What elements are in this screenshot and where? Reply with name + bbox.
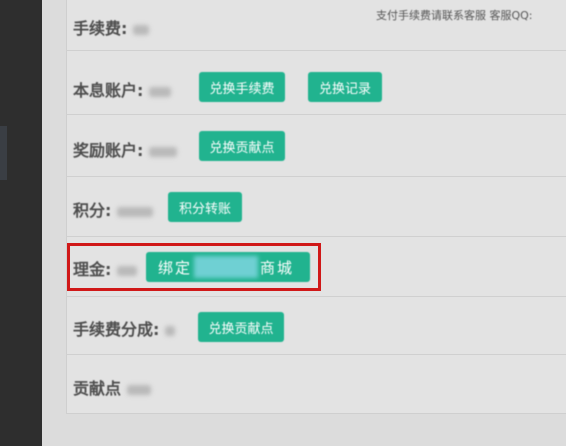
principal-account-label-text: 本息账户: xyxy=(73,81,144,100)
contribution-value xyxy=(126,384,151,395)
row-divider xyxy=(66,50,566,51)
reward-account-value xyxy=(148,146,177,157)
contribution-label-text: 贡献点 xyxy=(73,379,122,398)
support-note: 支付手续费请联系客服 客服QQ: xyxy=(376,9,533,22)
points-label-text: 积分: xyxy=(73,201,112,220)
left-edge-tab xyxy=(0,126,7,180)
left-edge xyxy=(0,0,42,446)
fee-share-value xyxy=(164,325,175,336)
fee-label-text: 手续费: xyxy=(73,19,128,38)
fee-value xyxy=(132,24,149,35)
row-divider xyxy=(66,296,566,297)
fee-share-exchange-button[interactable]: 兑换贡献点 xyxy=(198,312,284,342)
row-divider xyxy=(66,236,566,237)
exchange-contribution-button[interactable]: 兑换贡献点 xyxy=(199,131,285,161)
principal-account-label: 本息账户: xyxy=(73,77,171,101)
reward-account-label: 奖励账户: xyxy=(73,137,177,161)
row-divider xyxy=(66,354,566,355)
points-label: 积分: xyxy=(73,197,153,221)
row-divider xyxy=(66,176,566,177)
contribution-label: 贡献点 xyxy=(73,375,151,399)
reward-account-label-text: 奖励账户: xyxy=(73,141,144,160)
points-value xyxy=(116,206,153,217)
exchange-records-button[interactable]: 兑换记录 xyxy=(308,72,382,102)
exchange-fee-button[interactable]: 兑换手续费 xyxy=(199,72,285,102)
fee-share-label-text: 手续费分成: xyxy=(73,320,160,339)
highlight-box xyxy=(67,243,321,291)
fee-share-label: 手续费分成: xyxy=(73,316,175,340)
row-divider xyxy=(66,114,566,115)
principal-account-value xyxy=(148,86,171,97)
fee-label: 手续费: xyxy=(73,15,149,39)
points-transfer-button[interactable]: 积分转账 xyxy=(168,192,242,222)
